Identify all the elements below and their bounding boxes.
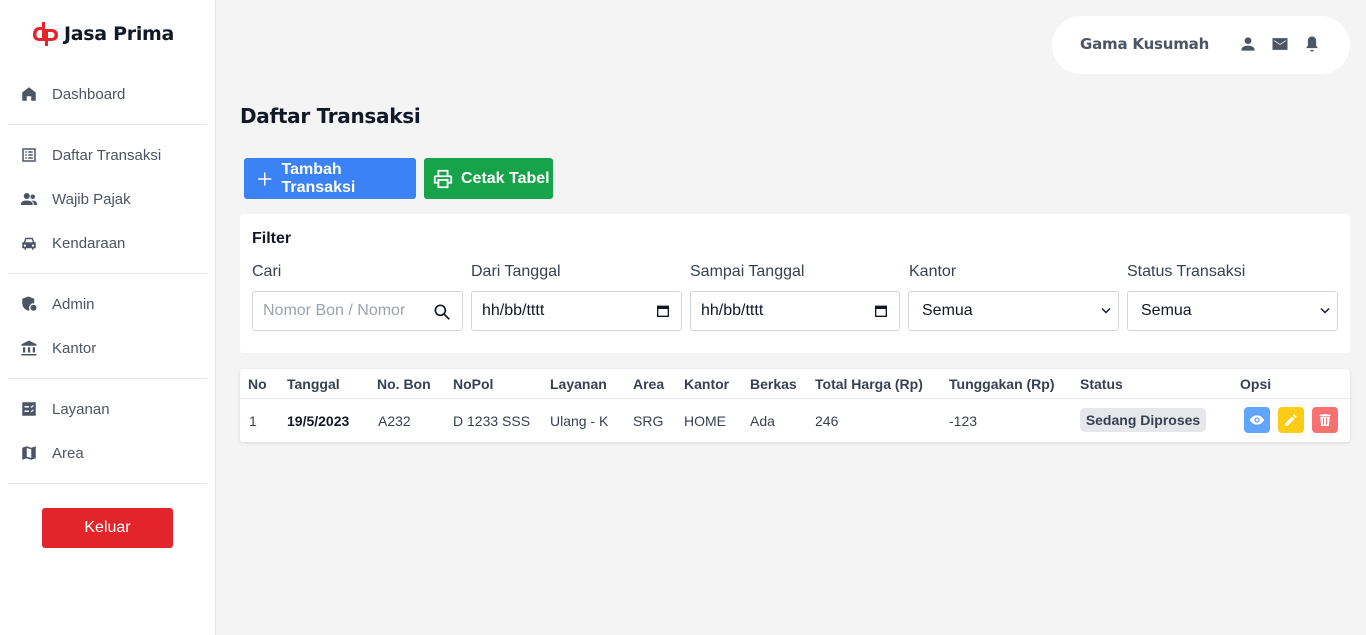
search-icon[interactable] [432,302,452,322]
print-table-button[interactable]: Cetak Tabel [424,158,553,199]
sidebar-item-label: Admin [52,295,95,313]
cell-no: 1 [249,413,257,429]
column-header: NoPol [453,376,494,392]
status-select-value: Semua [1141,302,1192,319]
search-label: Cari [252,263,282,280]
column-header: Kantor [684,376,730,392]
eye-icon [1249,415,1265,425]
status-label: Status Transaksi [1127,263,1246,280]
to-date-input[interactable]: hh/bb/tttt [690,291,900,331]
search-input[interactable]: Nomor Bon / Nomor [252,291,463,331]
table-header-divider [240,398,1350,399]
delete-button[interactable] [1312,407,1338,433]
sidebar-item-layanan[interactable]: Layanan [20,397,110,421]
cell-no-bon: A232 [378,413,411,429]
sidebar-divider [8,124,207,125]
cell-berkas: Ada [750,413,775,429]
from-date-input[interactable]: hh/bb/tttt [471,291,682,331]
office-select-value: Semua [922,302,973,319]
column-header: Tanggal [287,376,340,392]
to-date-value: hh/bb/tttt [701,302,764,319]
sidebar-item-wajib-pajak[interactable]: Wajib Pajak [20,187,131,211]
cell-area: SRG [633,413,664,429]
sidebar-item-kantor[interactable]: Kantor [20,336,96,360]
column-header: Area [633,376,665,392]
user-name[interactable]: Gama Kusumah [1080,35,1209,53]
column-header: Opsi [1240,376,1272,392]
column-header: Status [1080,376,1123,392]
checklist-icon [22,402,36,416]
bell-icon[interactable] [1302,34,1322,54]
users-icon [20,193,38,205]
sidebar: Jasa Prima Dashboard Daftar Transaksi Wa… [0,0,216,635]
sidebar-divider [8,273,207,274]
filter-panel: Filter Cari Nomor Bon / Nomor Dari Tangg… [240,214,1350,353]
admin-shield-icon [22,296,37,311]
cell-layanan: Ulang - K [550,413,609,429]
sidebar-item-label: Kantor [52,339,97,357]
mail-icon[interactable] [1270,34,1290,54]
from-date-label: Dari Tanggal [471,263,561,280]
sidebar-divider [8,378,207,379]
column-header: No [248,376,267,392]
sidebar-item-label: Kendaraan [52,234,126,252]
office-select[interactable]: Semua [908,291,1119,331]
edit-button[interactable] [1278,407,1304,433]
cell-nopol: D 1233 SSS [453,413,531,429]
jasa-prima-logo-icon [33,22,58,46]
status-select[interactable]: Semua [1127,291,1338,331]
cell-kantor: HOME [684,413,726,429]
car-icon [22,237,36,250]
user-menu: Gama Kusumah [1052,16,1350,74]
sidebar-item-label: Wajib Pajak [52,190,131,208]
cell-tanggal: 19/5/2023 [287,413,350,429]
plus-icon [258,171,272,186]
column-header: Berkas [750,376,797,392]
sidebar-item-daftar-transaksi[interactable]: Daftar Transaksi [20,143,161,167]
transactions-table: No Tanggal No. Bon NoPol Layanan Area Ka… [240,369,1350,442]
chevron-down-icon [1320,308,1330,314]
view-button[interactable] [1244,407,1270,433]
office-label: Kantor [909,263,957,280]
sidebar-item-label: Dashboard [52,85,126,103]
column-header: No. Bon [377,376,431,392]
bank-icon [21,340,37,356]
page-title: Daftar Transaksi [240,104,421,128]
sidebar-item-label: Area [52,444,84,462]
status-badge: Sedang Diproses [1080,408,1206,432]
sidebar-item-label: Layanan [52,400,110,418]
from-date-value: hh/bb/tttt [482,302,545,319]
column-header: Layanan [550,376,607,392]
sidebar-item-admin[interactable]: Admin [20,292,95,316]
pencil-icon [1285,414,1297,426]
print-table-label: Cetak Tabel [461,169,550,187]
column-header: Tunggakan (Rp) [949,376,1055,392]
map-icon [22,446,36,460]
trash-icon [1319,414,1331,426]
column-header: Total Harga (Rp) [815,376,923,392]
brand-logo[interactable]: Jasa Prima [31,21,174,47]
sidebar-item-dashboard[interactable]: Dashboard [20,82,125,106]
calendar-icon[interactable] [655,303,671,319]
printer-icon [433,169,453,188]
add-transaction-button[interactable]: Tambah Transaksi [244,158,416,199]
filter-title: Filter [252,230,292,247]
list-icon [22,148,36,162]
sidebar-item-area[interactable]: Area [20,441,84,465]
to-date-label: Sampai Tanggal [690,263,805,280]
brand-name: Jasa Prima [64,23,175,45]
logout-button[interactable]: Keluar [42,508,173,548]
cell-total-harga: 246 [815,413,839,429]
sidebar-item-label: Daftar Transaksi [52,146,162,164]
calendar-icon[interactable] [873,303,889,319]
sidebar-item-kendaraan[interactable]: Kendaraan [20,231,125,255]
home-icon [22,87,36,101]
cell-tunggakan: -123 [949,413,978,429]
profile-icon[interactable] [1238,34,1258,54]
search-placeholder: Nomor Bon / Nomor [263,302,406,319]
sidebar-divider [8,483,207,484]
chevron-down-icon [1101,308,1111,314]
add-transaction-label: Tambah Transaksi [281,160,356,196]
